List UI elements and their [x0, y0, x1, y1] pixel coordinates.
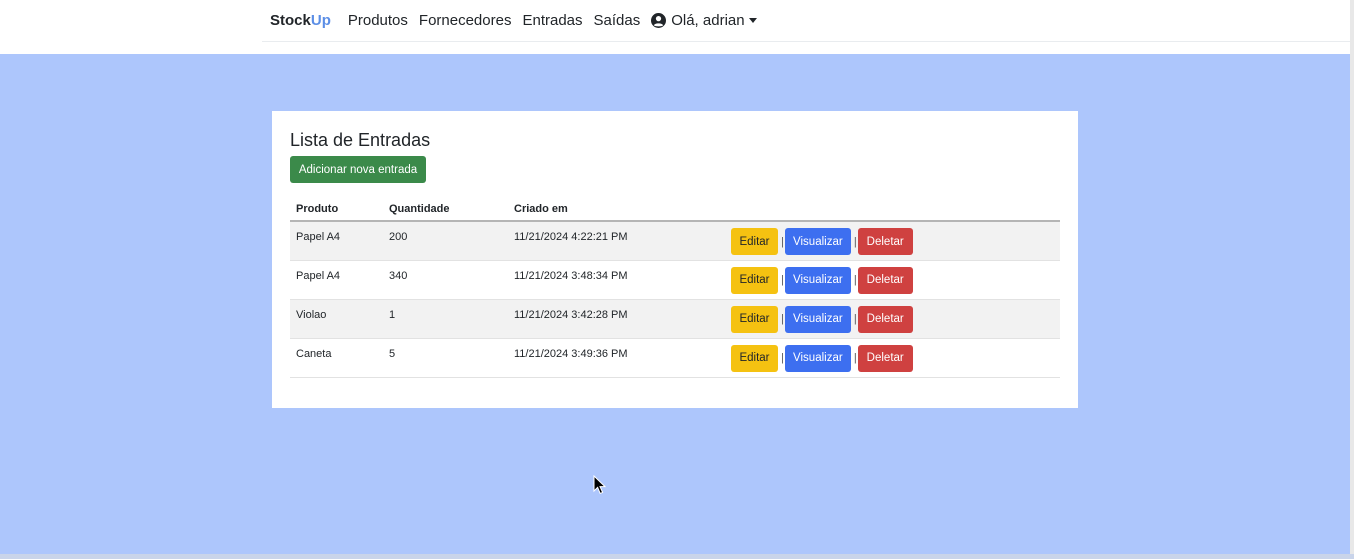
top-bar: StockUp Produtos Fornecedores Entradas S…	[0, 0, 1354, 54]
table-row: Caneta 5 11/21/2024 3:49:36 PM Editar | Vi…	[290, 338, 1060, 378]
caret-down-icon	[748, 18, 757, 23]
separator: |	[853, 274, 857, 286]
edit-button[interactable]: Editar	[731, 305, 778, 333]
cell-criado-em: 11/21/2024 3:48:34 PM	[508, 260, 725, 300]
delete-button[interactable]: Deletar	[857, 305, 913, 333]
view-button[interactable]: Visualizar	[784, 266, 851, 294]
cell-actions: Editar | Visualizar | Deletar	[725, 299, 1060, 339]
cell-quantidade: 1	[383, 299, 508, 339]
nav-saidas[interactable]: Saídas	[594, 12, 641, 29]
entries-table: Produto Quantidade Criado em Papel A4 20…	[290, 197, 1060, 378]
separator: |	[853, 313, 857, 325]
separator: |	[781, 352, 784, 364]
table-row: Papel A4 200 11/21/2024 4:22:21 PM Edita…	[290, 221, 1060, 261]
user-greeting: Olá, adrian	[671, 12, 745, 29]
cell-produto: Papel A4	[290, 260, 383, 300]
cell-criado-em: 11/21/2024 4:22:21 PM	[508, 221, 725, 261]
header-actions	[725, 197, 1060, 222]
brand-logo[interactable]: StockUp	[270, 12, 331, 29]
delete-button[interactable]: Deletar	[857, 344, 913, 372]
cell-actions: Editar | Visualizar | Deletar	[725, 260, 1060, 300]
view-button[interactable]: Visualizar	[784, 228, 851, 255]
table-row: Violao 1 11/21/2024 3:42:28 PM Editar | Vi…	[290, 299, 1060, 339]
add-entry-button[interactable]: Adicionar nova entrada	[290, 156, 426, 183]
separator: |	[853, 352, 857, 364]
table-row: Papel A4 340 11/21/2024 3:48:34 PM Edita…	[290, 260, 1060, 300]
cell-actions: Editar | Visualizar | Deletar	[725, 221, 1060, 261]
delete-button[interactable]: Deletar	[857, 228, 913, 255]
nav-fornecedores[interactable]: Fornecedores	[419, 12, 512, 29]
nav-entradas[interactable]: Entradas	[522, 12, 582, 29]
separator: |	[781, 274, 784, 286]
user-menu-dropdown[interactable]: Olá, adrian	[651, 12, 757, 29]
delete-button[interactable]: Deletar	[857, 266, 913, 294]
view-button[interactable]: Visualizar	[784, 305, 851, 333]
mouse-cursor-icon	[593, 475, 607, 495]
entries-card: Lista de Entradas Adicionar nova entrada…	[272, 111, 1078, 408]
scrollbar[interactable]	[1350, 0, 1354, 559]
separator: |	[853, 235, 857, 248]
edit-button[interactable]: Editar	[731, 266, 778, 294]
header-produto: Produto	[290, 197, 383, 222]
edit-button[interactable]: Editar	[731, 228, 778, 255]
header-quantidade: Quantidade	[383, 197, 508, 222]
page-title: Lista de Entradas	[290, 130, 431, 150]
bottom-edge	[0, 554, 1354, 559]
cell-produto: Papel A4	[290, 221, 383, 261]
cell-criado-em: 11/21/2024 3:42:28 PM	[508, 299, 725, 339]
edit-button[interactable]: Editar	[731, 344, 778, 372]
separator: |	[781, 235, 784, 248]
view-button[interactable]: Visualizar	[784, 344, 851, 372]
cell-quantidade: 5	[383, 338, 508, 378]
nav-produtos[interactable]: Produtos	[348, 12, 408, 29]
table-header-row: Produto Quantidade Criado em	[290, 197, 1060, 222]
cell-actions: Editar | Visualizar | Deletar	[725, 338, 1060, 378]
header-criado-em: Criado em	[508, 197, 725, 222]
cell-produto: Violao	[290, 299, 383, 339]
user-circle-icon	[651, 13, 667, 28]
cell-criado-em: 11/21/2024 3:49:36 PM	[508, 338, 725, 378]
brand-main: Stock	[270, 12, 311, 29]
cell-quantidade: 200	[383, 221, 508, 261]
navbar: StockUp Produtos Fornecedores Entradas S…	[262, 0, 1350, 42]
cell-quantidade: 340	[383, 260, 508, 300]
brand-accent: Up	[310, 12, 331, 29]
cell-produto: Caneta	[290, 338, 383, 378]
separator: |	[781, 313, 784, 325]
